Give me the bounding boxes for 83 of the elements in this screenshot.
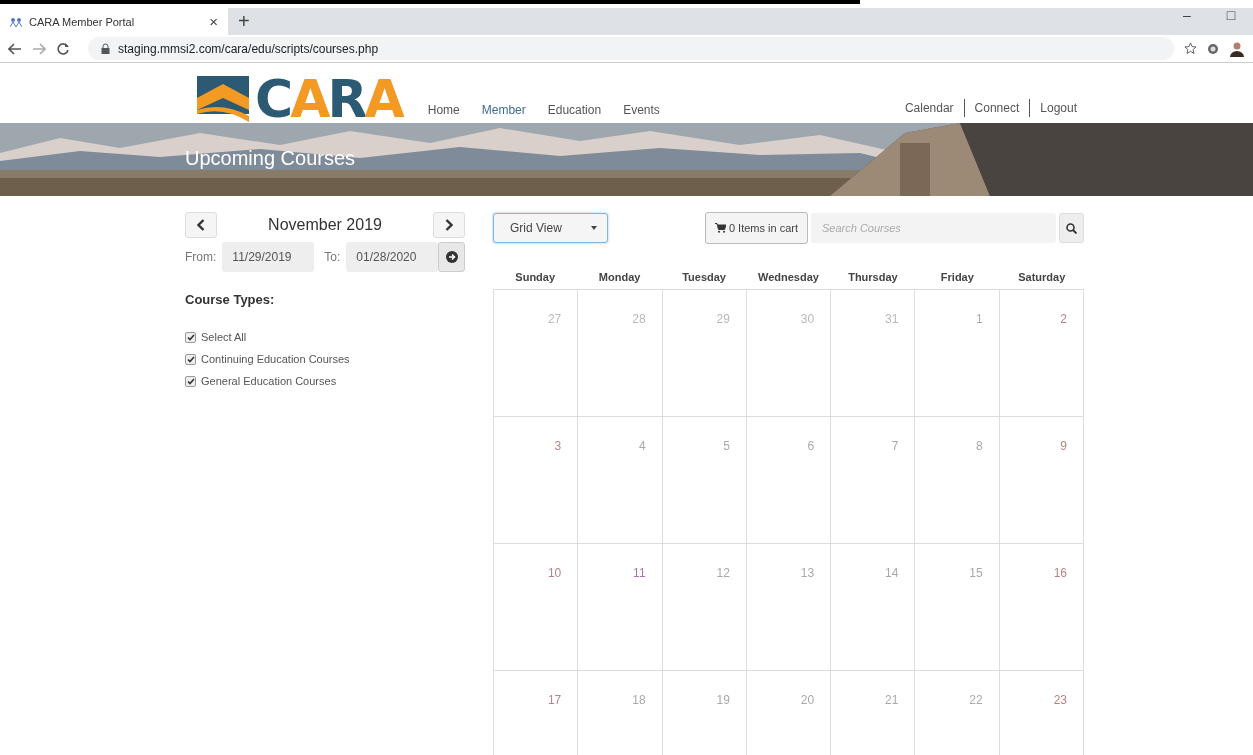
day-number: 6 [807,439,815,453]
chevron-left-icon [197,219,205,231]
day-number: 19 [716,693,730,707]
day-number: 12 [716,566,730,580]
day-number: 5 [723,439,730,453]
to-label: To: [324,250,341,264]
day-number: 28 [632,312,646,326]
nav-link[interactable]: Home [427,103,460,117]
weekday-header: Wednesday [757,270,820,283]
from-label: From: [185,250,217,264]
page-title: Upcoming Courses [184,146,356,170]
checkbox-label: Continuing Education Courses [201,353,350,365]
previous-month-button[interactable] [185,212,217,238]
nav-link[interactable]: Member [481,103,526,117]
cart-icon [714,223,726,233]
star-icon[interactable] [1184,42,1197,55]
new-tab-button[interactable]: + [238,10,250,33]
header-link[interactable]: Connect [974,101,1020,115]
search-icon [1066,222,1077,234]
day-number: 3 [554,439,562,453]
lock-icon [101,43,110,54]
day-number: 30 [800,312,815,326]
back-icon[interactable] [8,41,22,56]
search-button[interactable] [1059,213,1084,243]
dropdown-arrow-icon [591,226,597,230]
weekday-header: Sunday [514,270,557,283]
weekday-header: Monday [597,270,642,283]
chevron-right-icon [445,219,453,231]
to-date-field[interactable]: 01/28/2020 [346,242,439,272]
checkbox-label: General Education Courses [201,375,337,387]
from-date-field[interactable]: 11/29/2019 [222,242,315,272]
reload-icon[interactable] [56,41,70,56]
apply-dates-button[interactable] [438,242,465,272]
day-number: 10 [547,566,562,580]
day-number: 21 [885,693,899,707]
day-number: 18 [632,693,646,707]
checkbox-label: Select All [201,331,247,343]
checkbox[interactable] [185,331,196,343]
day-number: 16 [1053,566,1067,580]
day-number: 20 [800,693,815,707]
day-number: 22 [969,693,983,707]
day-number: 2 [1060,312,1067,326]
browser-tab[interactable]: CARA Member Portal × [0,8,228,35]
nav-link[interactable]: Events [623,103,660,117]
day-number: 4 [638,439,646,453]
day-number: 27 [547,312,562,326]
view-dropdown[interactable]: Grid View [493,213,608,243]
header-link[interactable]: Calendar [904,101,954,115]
checkbox[interactable] [185,353,196,365]
weekday-header: Tuesday [681,270,727,283]
day-number: 14 [885,566,899,580]
minimize-button[interactable]: – [1172,8,1202,22]
logo-icon [197,76,249,122]
close-tab-button[interactable]: × [209,13,218,30]
day-number: 29 [716,312,730,326]
day-number: 17 [547,693,562,707]
checkbox[interactable] [185,375,196,387]
weekday-header: Saturday [1017,270,1067,283]
day-number: 15 [969,566,983,580]
extension-icon[interactable] [1207,42,1219,55]
day-number: 13 [800,566,815,580]
nav-link[interactable]: Education [547,103,602,117]
maximize-button[interactable]: □ [1216,8,1246,22]
day-number: 1 [976,312,983,326]
people-icon [10,16,22,27]
logo-text: CARA [255,75,402,123]
weekday-header: Thursday [847,270,899,283]
day-number: 8 [976,439,983,453]
avatar-icon[interactable] [1229,40,1245,57]
address-bar[interactable]: staging.mmsi2.com/cara/edu/scripts/courses.php [88,37,1174,60]
day-number: 11 [633,566,646,580]
day-number: 7 [891,439,899,453]
day-number: 9 [1060,439,1067,453]
header-link[interactable]: Logout [1040,101,1077,115]
next-month-button[interactable] [433,212,465,238]
cart-button[interactable]: 0 Items in cart [704,212,808,244]
day-number: 23 [1053,693,1067,707]
weekday-header: Friday [939,270,975,283]
day-number: 31 [885,312,899,326]
search-field[interactable]: Search Courses [811,213,1056,243]
course-types-heading: Course Types: [185,292,276,307]
month-title: November 2019 [268,216,382,234]
arrow-circle-icon [445,251,458,263]
